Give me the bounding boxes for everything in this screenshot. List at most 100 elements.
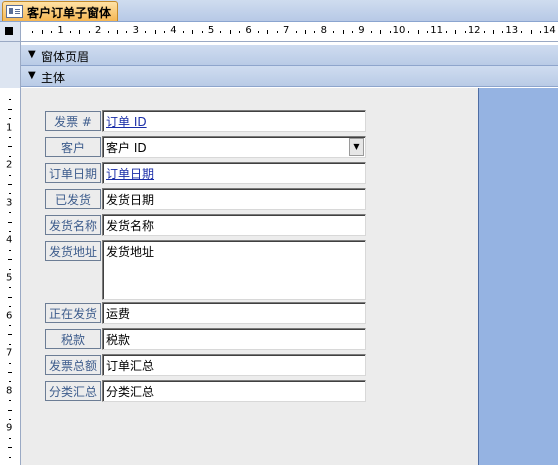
ruler-tick: [540, 31, 541, 33]
ruler-number: 3: [6, 197, 13, 209]
subtotal-field[interactable]: 分类汇总: [102, 380, 366, 402]
ruler-tick: [9, 155, 11, 157]
selector-square-icon: [5, 27, 13, 35]
ruler-tick: [370, 31, 372, 33]
ruler-number: 5: [6, 272, 13, 284]
ruler-tick: [8, 334, 12, 336]
ruler-tick: [182, 31, 184, 33]
ruler-tick: [145, 31, 147, 33]
ruler-tick: [9, 118, 11, 120]
ruler-tick: [9, 419, 11, 420]
ruler-tick: [9, 343, 11, 345]
ruler-number: 1: [6, 122, 13, 134]
ruler-tick: [408, 31, 410, 33]
ruler-tick: [333, 31, 335, 33]
order-total-field[interactable]: 订单汇总: [102, 354, 366, 376]
order-date-label[interactable]: 订单日期: [45, 163, 101, 183]
order-id-field[interactable]: 订单 ID: [102, 110, 366, 132]
ruler-number: 10: [392, 25, 406, 36]
ruler-tick: [41, 30, 43, 34]
invoice-number-label[interactable]: 发票 #: [45, 111, 101, 131]
ruler-tick: [258, 31, 259, 33]
ruler-tick: [9, 437, 11, 439]
ruler-number: 11: [430, 25, 443, 36]
ruler-tick: [521, 31, 523, 33]
ruler-tick: [51, 31, 53, 33]
ruler-tick: [342, 30, 344, 34]
ruler-tick: [9, 137, 11, 138]
horizontal-ruler[interactable]: 1 2 3 4 5 6 7 8 9 10 11 12 13 14: [21, 22, 558, 42]
ruler-number: 4: [170, 25, 177, 36]
ruler-tick: [220, 31, 222, 33]
dropdown-arrow-icon[interactable]: ▼: [349, 138, 364, 156]
ship-address-field[interactable]: 发货地址: [102, 240, 366, 300]
ship-name-field[interactable]: 发货名称: [102, 214, 366, 236]
form-tab[interactable]: 客户订单子窗体: [2, 1, 118, 21]
ruler-tick: [8, 146, 12, 148]
ruler-tick: [9, 381, 11, 383]
vertical-ruler[interactable]: 1 2 3 4 5 6 7 8 9: [0, 88, 21, 465]
ruler-number: 8: [6, 385, 13, 397]
ruler-tick: [276, 31, 278, 33]
ruler-tick: [126, 31, 128, 33]
shipped-label[interactable]: 已发货: [45, 189, 101, 209]
ruler-tick: [9, 249, 11, 251]
ruler-tick: [154, 30, 156, 34]
ruler-tick: [88, 31, 90, 33]
ruler-tick: [493, 30, 494, 34]
customer-combo[interactable]: 客户 ID ▼: [102, 136, 366, 158]
ruler-tick: [8, 184, 12, 185]
ruler-tick: [417, 30, 419, 34]
ruler-number: 13: [505, 25, 519, 36]
ruler-tick: [107, 31, 109, 33]
ship-date-field[interactable]: 发货日期: [102, 188, 366, 210]
ruler-tick: [483, 31, 485, 33]
ruler-tick: [455, 30, 457, 34]
ruler-tick: [8, 108, 12, 110]
ruler-tick: [8, 296, 12, 298]
ruler-number: 7: [283, 25, 290, 36]
detail-section-selector[interactable]: [0, 66, 21, 88]
detail-section-bar[interactable]: ▼ 主体: [21, 66, 558, 87]
ship-address-label[interactable]: 发货地址: [45, 241, 101, 261]
form-header-label: 窗体页眉: [41, 50, 90, 64]
ruler-tick: [9, 362, 11, 364]
document-tab-strip: 客户订单子窗体: [0, 0, 558, 22]
ruler-tick: [8, 221, 12, 223]
customer-label[interactable]: 客户: [45, 137, 101, 157]
subtotal-label[interactable]: 分类汇总: [45, 381, 101, 401]
ruler-number: 2: [6, 159, 13, 171]
header-section-selector[interactable]: [0, 42, 21, 66]
ruler-number: 6: [245, 25, 252, 36]
ruler-tick: [352, 31, 353, 33]
order-date-field[interactable]: 订单日期: [102, 162, 366, 184]
ruler-tick: [9, 287, 11, 289]
ruler-tick: [9, 456, 11, 458]
section-arrow-icon: ▼: [28, 70, 36, 81]
tax-label[interactable]: 税款: [45, 329, 101, 349]
ship-name-label[interactable]: 发货名称: [45, 215, 101, 235]
tax-field[interactable]: 税款: [102, 328, 366, 350]
ruler-tick: [9, 231, 11, 232]
form-header-bar[interactable]: ▼ 窗体页眉: [21, 45, 558, 66]
invoice-total-label[interactable]: 发票总额: [45, 355, 101, 375]
freight-field[interactable]: 运费: [102, 302, 366, 324]
ruler-tick: [192, 30, 194, 34]
ruler-number: 7: [6, 347, 13, 359]
ruler-tick: [530, 30, 532, 34]
form-icon: [6, 5, 23, 18]
ruler-tick: [201, 31, 203, 33]
ruler-tick: [229, 30, 231, 34]
shipping-label[interactable]: 正在发货: [45, 303, 101, 323]
ruler-tick: [9, 99, 11, 101]
ruler-tick: [427, 31, 429, 33]
ruler-number: 14: [543, 25, 556, 36]
form-tab-title: 客户订单子窗体: [27, 6, 112, 20]
ruler-number: 3: [132, 25, 139, 36]
ruler-tick: [9, 212, 11, 214]
form-selector[interactable]: [0, 22, 21, 42]
ruler-number: 9: [358, 25, 365, 36]
ruler-tick: [267, 30, 269, 34]
ruler-tick: [9, 400, 11, 402]
ruler-tick: [9, 306, 11, 308]
